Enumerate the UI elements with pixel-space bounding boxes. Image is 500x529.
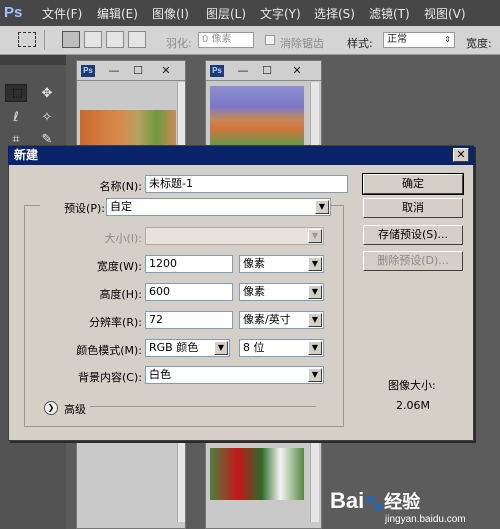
menu-view[interactable]: 视图(V) — [424, 5, 466, 22]
intersect-selection-icon[interactable] — [128, 31, 146, 48]
chevron-down-icon: ▼ — [308, 285, 322, 299]
style-value: 正常 — [387, 34, 407, 45]
chevron-down-icon: ▼ — [308, 341, 322, 355]
chevron-down-icon: ▼ — [308, 257, 322, 271]
width-label: 宽度(W): — [96, 260, 142, 273]
minimize-icon[interactable]: — — [107, 65, 121, 77]
document-image-brick — [80, 110, 176, 146]
resolution-label: 分辨率(R): — [89, 316, 142, 329]
advanced-divider — [90, 406, 316, 407]
move-tool-icon[interactable]: ✥ — [36, 84, 58, 104]
chevron-down-icon: ▼ — [308, 368, 322, 382]
antialias-label: 消除锯齿 — [280, 37, 324, 50]
size-select: ▼ — [145, 227, 324, 245]
width-input[interactable]: 1200 — [145, 255, 233, 273]
close-icon[interactable]: ✕ — [159, 65, 173, 77]
add-selection-icon[interactable] — [84, 31, 102, 48]
height-unit-select[interactable]: 像素 ▼ — [239, 283, 324, 301]
name-label: 名称(N): — [99, 180, 142, 193]
background-value: 白色 — [149, 368, 171, 381]
dialog-title: 新建 — [8, 146, 474, 165]
restore-icon[interactable]: ☐ — [131, 65, 145, 77]
width-unit-value: 像素 — [243, 257, 265, 270]
preset-label: 预设(P): — [40, 200, 108, 216]
save-preset-button[interactable]: 存储预设(S)... — [363, 225, 463, 245]
ok-button[interactable]: 确定 — [362, 173, 464, 195]
style-label: 样式: — [347, 37, 373, 50]
ps-document-icon: Ps — [210, 65, 224, 77]
menu-filter[interactable]: 滤镜(T) — [369, 5, 410, 22]
magic-wand-tool-icon[interactable]: ✧ — [36, 108, 58, 128]
feather-label: 羽化: — [166, 37, 192, 50]
delete-preset-button: 删除预设(D)... — [363, 251, 463, 271]
lasso-tool-icon[interactable]: ℓ — [5, 108, 27, 128]
menu-file[interactable]: 文件(F) — [42, 5, 82, 22]
resolution-unit-value: 像素/英寸 — [243, 313, 291, 326]
chevron-down-icon: ▼ — [308, 229, 322, 243]
photoshop-logo: Ps — [4, 4, 23, 21]
chevron-down-icon: ▼ — [315, 200, 329, 214]
advanced-label[interactable]: 高级 — [64, 401, 86, 417]
name-input[interactable]: 未标题-1 — [145, 175, 348, 193]
image-size-value: 2.06M — [396, 399, 430, 412]
menu-edit[interactable]: 编辑(E) — [97, 5, 138, 22]
marquee-tool-icon[interactable]: ⬚ — [5, 84, 27, 102]
color-mode-value: RGB 颜色 — [149, 341, 199, 354]
antialias-checkbox[interactable] — [265, 35, 275, 45]
marquee-preset-icon[interactable] — [18, 32, 36, 47]
bit-depth-value: 8 位 — [243, 341, 265, 354]
menu-type[interactable]: 文字(Y) — [260, 5, 301, 22]
style-select[interactable]: 正常 ⇕ — [383, 32, 455, 48]
advanced-expand-icon[interactable]: ❯ — [44, 401, 58, 415]
resolution-unit-select[interactable]: 像素/英寸 ▼ — [239, 311, 324, 329]
paw-icon: 🐾 — [364, 495, 385, 512]
menu-select[interactable]: 选择(S) — [314, 5, 355, 22]
divider — [44, 30, 45, 50]
document-image-tulips — [210, 448, 304, 500]
watermark-brand: Bai — [330, 488, 365, 513]
tool-panel-header — [0, 55, 66, 65]
height-label: 高度(H): — [99, 288, 142, 301]
baidu-watermark: Bai🐾经验 jingyan.baidu.com — [330, 488, 495, 528]
width-unit-select[interactable]: 像素 ▼ — [239, 255, 324, 273]
color-mode-select[interactable]: RGB 颜色 ▼ — [145, 339, 230, 357]
preset-select[interactable]: 自定 ▼ — [106, 198, 331, 216]
ps-document-icon: Ps — [81, 65, 95, 77]
dialog-close-icon[interactable]: ✕ — [453, 148, 469, 162]
chevron-down-icon: ▼ — [214, 341, 228, 355]
background-select[interactable]: 白色 ▼ — [145, 366, 324, 384]
minimize-icon[interactable]: — — [236, 65, 250, 77]
resolution-input[interactable]: 72 — [145, 311, 233, 329]
color-mode-label: 颜色模式(M): — [76, 344, 142, 357]
preset-value: 自定 — [110, 200, 132, 213]
subtract-selection-icon[interactable] — [106, 31, 124, 48]
width-label: 宽度: — [466, 37, 492, 50]
bit-depth-select[interactable]: 8 位 ▼ — [239, 339, 324, 357]
new-selection-icon[interactable] — [62, 31, 80, 48]
watermark-url: jingyan.baidu.com — [385, 514, 466, 525]
cancel-button[interactable]: 取消 — [363, 198, 463, 218]
feather-input[interactable]: 0 像素 — [198, 32, 254, 48]
close-icon[interactable]: ✕ — [290, 65, 304, 77]
menu-image[interactable]: 图像(I) — [152, 5, 189, 22]
menu-layer[interactable]: 图层(L) — [206, 5, 246, 22]
watermark-brand-suffix: 经验 — [384, 492, 421, 512]
chevron-down-icon: ⇕ — [444, 35, 451, 44]
chevron-down-icon: ▼ — [308, 313, 322, 327]
image-size-label: 图像大小: — [388, 379, 436, 392]
height-unit-value: 像素 — [243, 285, 265, 298]
height-input[interactable]: 600 — [145, 283, 233, 301]
background-label: 背景内容(C): — [78, 371, 142, 384]
document-image-flowers — [210, 86, 304, 146]
size-label: 大小(I): — [104, 232, 142, 245]
restore-icon[interactable]: ☐ — [260, 65, 274, 77]
